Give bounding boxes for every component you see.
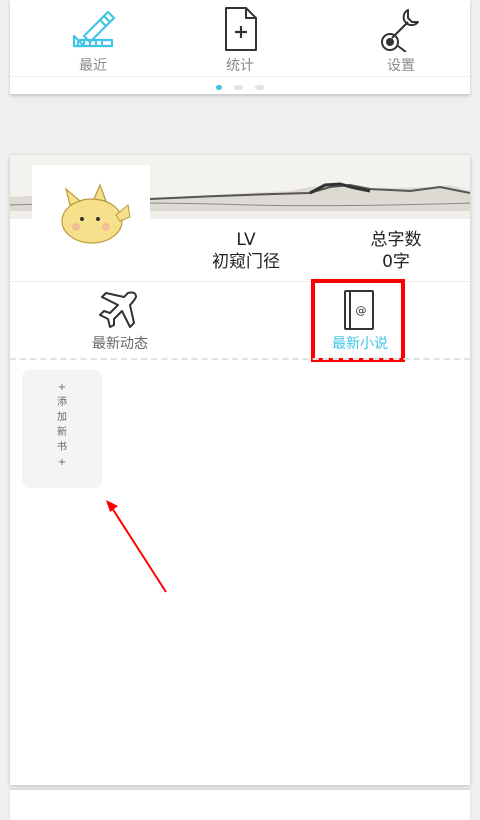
nav-stats[interactable]: 统计 bbox=[180, 0, 300, 76]
nav-recent-label: 最近 bbox=[79, 58, 107, 74]
bottom-bar bbox=[10, 790, 470, 820]
profile-card: LV 初窥门径 总字数 0字 最新动态 @ 最新小说 + 添 加 新 书 + bbox=[10, 155, 470, 785]
nav-divider bbox=[10, 76, 470, 77]
nav-settings[interactable]: 设置 bbox=[341, 0, 461, 76]
page-dot-active bbox=[216, 85, 222, 90]
avatar[interactable] bbox=[32, 165, 150, 275]
word-count-value: 0字 bbox=[382, 252, 410, 272]
tabs-divider bbox=[10, 358, 470, 360]
page-dot bbox=[255, 85, 264, 90]
level-stat: LV 初窥门径 bbox=[186, 229, 306, 273]
word-count-stat: 总字数 0字 bbox=[336, 229, 456, 273]
page-indicator bbox=[10, 85, 470, 91]
pencil-ruler-icon bbox=[70, 6, 116, 56]
word-count-label: 总字数 bbox=[370, 230, 422, 250]
airplane-icon bbox=[98, 289, 140, 335]
highlight-box bbox=[311, 279, 405, 362]
add-book-label: + 添 加 新 书 + bbox=[57, 382, 67, 468]
tab-latest-activity[interactable]: 最新动态 bbox=[40, 285, 200, 355]
tools-icon bbox=[378, 6, 424, 56]
add-book-button[interactable]: + 添 加 新 书 + bbox=[22, 370, 102, 488]
page-dot bbox=[234, 85, 243, 90]
nav-stats-label: 统计 bbox=[226, 58, 254, 74]
level-name: 初窥门径 bbox=[212, 252, 280, 272]
top-nav-card: 最近 统计 设置 bbox=[10, 0, 470, 94]
document-plus-icon bbox=[220, 6, 260, 56]
nav-settings-label: 设置 bbox=[387, 58, 415, 74]
level-label: LV bbox=[236, 230, 256, 250]
tab-latest-activity-label: 最新动态 bbox=[92, 336, 148, 352]
nav-recent[interactable]: 最近 bbox=[33, 0, 153, 76]
